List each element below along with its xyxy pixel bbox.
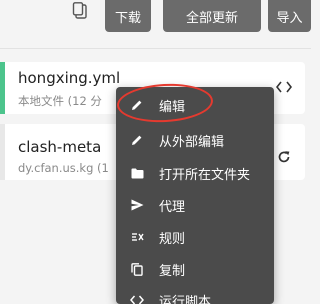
toolbar-divider [0,48,311,49]
context-menu: 编辑 从外部编辑 打开所在文件夹 代理 规则 复制 运行脚本 [116,87,274,304]
menu-item-run-script[interactable]: 运行脚本 [116,284,274,304]
refresh-icon [278,151,290,163]
menu-label: 编辑 [159,99,186,115]
profile-subtitle: 本地文件 (12 分 [18,94,102,108]
menu-label: 运行脚本 [159,294,212,304]
menu-label: 代理 [159,199,186,215]
send-icon [130,198,144,212]
pencil-icon [130,98,144,112]
folder-icon [130,166,144,180]
refresh-button[interactable] [275,148,293,166]
menu-item-external-edit[interactable]: 从外部编辑 [116,124,274,156]
pencil-icon [130,133,144,147]
paste-button[interactable] [66,0,94,22]
edit-code-button[interactable] [275,78,293,96]
import-button[interactable]: 导入 [268,0,311,32]
update-all-button[interactable]: 全部更新 [163,0,261,32]
code-icon [276,81,292,93]
profile-subtitle: dy.cfan.us.kg (1 [18,161,109,175]
copy-icon [130,262,144,276]
download-button[interactable]: 下载 [105,0,151,32]
menu-item-rules[interactable]: 规则 [116,221,274,253]
code-icon [130,293,144,304]
rules-icon [130,230,144,244]
menu-item-copy[interactable]: 复制 [116,253,274,285]
menu-label: 规则 [159,231,186,247]
profile-name: hongxing.yml [18,69,121,87]
menu-item-open-folder[interactable]: 打开所在文件夹 [116,157,274,189]
menu-item-edit[interactable]: 编辑 [116,89,274,121]
menu-label: 复制 [159,263,186,279]
toolbar: 下载 全部更新 导入 [0,0,311,40]
menu-label: 打开所在文件夹 [159,167,251,183]
menu-item-proxy[interactable]: 代理 [116,189,274,221]
profile-name: clash-meta [18,138,102,156]
menu-label: 从外部编辑 [159,134,225,150]
clipboard-icon [72,2,87,19]
